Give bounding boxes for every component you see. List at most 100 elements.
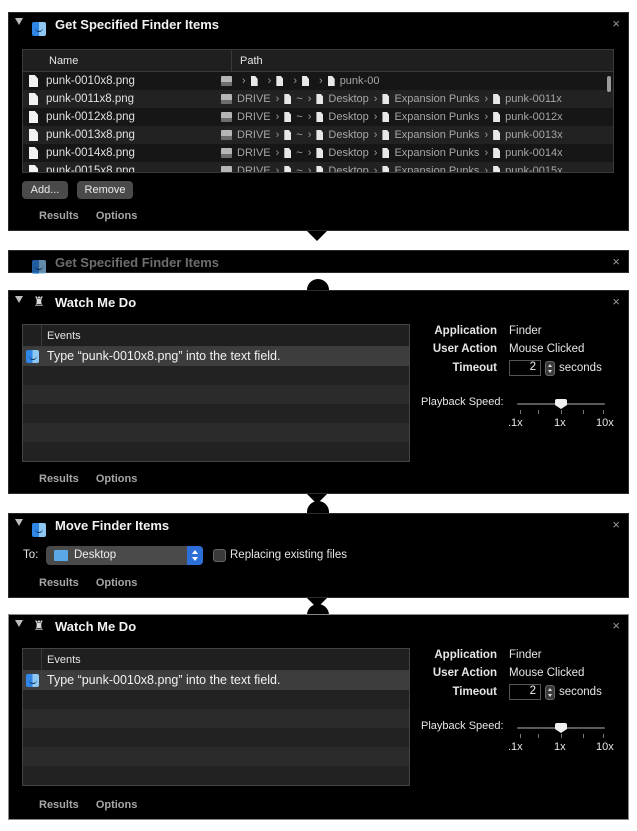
path-segment: Desktop xyxy=(328,129,369,141)
event-row-empty xyxy=(23,385,409,404)
drive-icon xyxy=(221,130,232,140)
close-icon[interactable]: × xyxy=(612,16,620,31)
events-list[interactable]: Events Type “punk-0010x8.png” into the t… xyxy=(22,324,410,462)
slider-tick xyxy=(603,410,604,414)
action-header[interactable]: ♜ Watch Me Do × xyxy=(9,291,628,315)
disclosure-triangle-icon[interactable] xyxy=(15,519,23,526)
close-icon[interactable]: × xyxy=(612,618,620,633)
options-tab[interactable]: Options xyxy=(96,799,138,811)
destination-popup[interactable]: Desktop xyxy=(46,546,203,565)
footer-tabs: Results Options xyxy=(39,210,151,222)
timeout-label: Timeout xyxy=(452,362,497,375)
folder-icon xyxy=(382,112,390,122)
close-icon[interactable]: × xyxy=(612,294,620,309)
file-path: DRIVE › ~ › Desktop › Expansion Punks › punk-001… xyxy=(221,93,562,105)
slider-tick xyxy=(561,410,562,414)
path-segment: punk-0012x xyxy=(505,111,563,123)
finder-icon xyxy=(26,350,39,363)
folder-icon xyxy=(493,112,501,122)
automator-robot-icon: ♜ xyxy=(33,618,45,633)
table-row[interactable]: punk-0010x8.png › › › › punk-00 xyxy=(23,72,613,90)
slider-tick xyxy=(603,734,604,738)
column-path[interactable]: Path xyxy=(232,50,263,71)
slider-tick xyxy=(538,734,539,738)
disclosure-triangle-icon[interactable] xyxy=(15,620,23,627)
table-row[interactable]: punk-0015x8.png DRIVE › ~ › Desktop › Expansion… xyxy=(23,162,613,173)
slider-knob[interactable] xyxy=(555,723,567,733)
action-header[interactable]: Get Specified Finder Items × xyxy=(9,13,628,37)
table-row[interactable]: punk-0012x8.png DRIVE › ~ › Desktop › Expansion… xyxy=(23,108,613,126)
user-action-label: User Action xyxy=(432,343,497,355)
options-tab[interactable]: Options xyxy=(96,210,138,222)
timeout-stepper[interactable] xyxy=(545,360,555,376)
path-segment: ~ xyxy=(296,111,303,123)
file-name: punk-0013x8.png xyxy=(46,129,135,141)
timeout-unit: seconds xyxy=(559,362,602,375)
action-watch-me-do-selected: ♜ Watch Me Do × Events Type “punk-0010x8… xyxy=(8,614,629,820)
results-tab[interactable]: Results xyxy=(39,210,79,222)
event-row-empty xyxy=(23,423,409,442)
disclosure-triangle-icon[interactable] xyxy=(15,296,23,303)
column-name[interactable]: Name xyxy=(41,50,232,71)
path-segment: punk-0013x xyxy=(505,129,563,141)
add-button[interactable]: Add... xyxy=(22,181,68,199)
event-row[interactable]: Type “punk-0010x8.png” into the text fie… xyxy=(23,347,409,366)
results-tab[interactable]: Results xyxy=(39,473,79,485)
folder-icon xyxy=(316,148,324,158)
action-get-specified-finder-items: Get Specified Finder Items × Name Path p… xyxy=(8,12,629,231)
path-separator-icon: › xyxy=(484,93,489,105)
table-body: punk-0010x8.png › › › › punk-00 punk-0011x8.pn… xyxy=(23,72,613,173)
results-tab[interactable]: Results xyxy=(39,799,79,811)
timeout-label: Timeout xyxy=(452,686,497,699)
table-row[interactable]: punk-0014x8.png DRIVE › ~ › Desktop › Expansion… xyxy=(23,144,613,162)
options-tab[interactable]: Options xyxy=(96,577,138,589)
path-separator-icon: › xyxy=(373,93,378,105)
folder-icon xyxy=(250,76,258,86)
user-action-value: Mouse Clicked xyxy=(509,343,585,355)
speed-label-max: 10x xyxy=(596,741,614,753)
slider-knob[interactable] xyxy=(555,399,567,409)
event-text: Type “punk-0010x8.png” into the text fie… xyxy=(47,673,281,687)
file-name: punk-0011x8.png xyxy=(46,93,135,105)
path-separator-icon: › xyxy=(307,165,312,173)
path-segment: ~ xyxy=(296,165,303,173)
connector-arrow xyxy=(307,231,327,241)
file-path: DRIVE › ~ › Desktop › Expansion Punks › punk-001… xyxy=(221,111,563,123)
file-path: DRIVE › ~ › Desktop › Expansion Punks › punk-001… xyxy=(221,147,563,159)
events-list[interactable]: Events Type “punk-0010x8.png” into the t… xyxy=(22,648,410,786)
action-header[interactable]: Move Finder Items × xyxy=(9,514,628,538)
close-icon[interactable]: × xyxy=(612,517,620,532)
timeout-stepper[interactable] xyxy=(545,684,555,700)
event-row[interactable]: Type “punk-0010x8.png” into the text fie… xyxy=(23,671,409,690)
path-segment: punk-0011x xyxy=(505,93,562,105)
results-tab[interactable]: Results xyxy=(39,577,79,589)
to-label: To: xyxy=(23,549,39,561)
timeout-input[interactable]: 2 xyxy=(509,360,541,376)
options-tab[interactable]: Options xyxy=(96,473,138,485)
table-row[interactable]: punk-0013x8.png DRIVE › ~ › Desktop › Expansion… xyxy=(23,126,613,144)
action-header[interactable]: Get Specified Finder Items × xyxy=(9,251,628,275)
action-move-finder-items: Move Finder Items × To: Desktop Replacin… xyxy=(8,513,629,598)
timeout-input[interactable]: 2 xyxy=(509,684,541,700)
file-name: punk-0014x8.png xyxy=(46,147,135,159)
close-icon[interactable]: × xyxy=(612,254,620,269)
path-separator-icon: › xyxy=(319,75,323,87)
folder-icon xyxy=(493,94,501,104)
application-value: Finder xyxy=(509,325,542,337)
event-row-empty xyxy=(23,442,409,461)
path-segment: DRIVE xyxy=(237,93,271,105)
file-table[interactable]: Name Path punk-0010x8.png › › › › punk-00 punk… xyxy=(22,49,614,173)
drive-icon xyxy=(221,76,232,86)
action-header[interactable]: ♜ Watch Me Do × xyxy=(9,615,628,639)
path-segment: DRIVE xyxy=(237,147,271,159)
replace-checkbox[interactable] xyxy=(213,549,226,562)
speed-label-mid: 1x xyxy=(554,741,566,753)
document-icon xyxy=(29,93,38,105)
folder-icon xyxy=(382,166,390,172)
remove-button[interactable]: Remove xyxy=(77,181,133,199)
disclosure-triangle-icon[interactable] xyxy=(15,18,23,25)
folder-icon xyxy=(382,148,390,158)
path-segment: Expansion Punks xyxy=(394,129,480,141)
table-row[interactable]: punk-0011x8.png DRIVE › ~ › Desktop › Expansion… xyxy=(23,90,613,108)
scrollbar[interactable] xyxy=(607,76,611,92)
